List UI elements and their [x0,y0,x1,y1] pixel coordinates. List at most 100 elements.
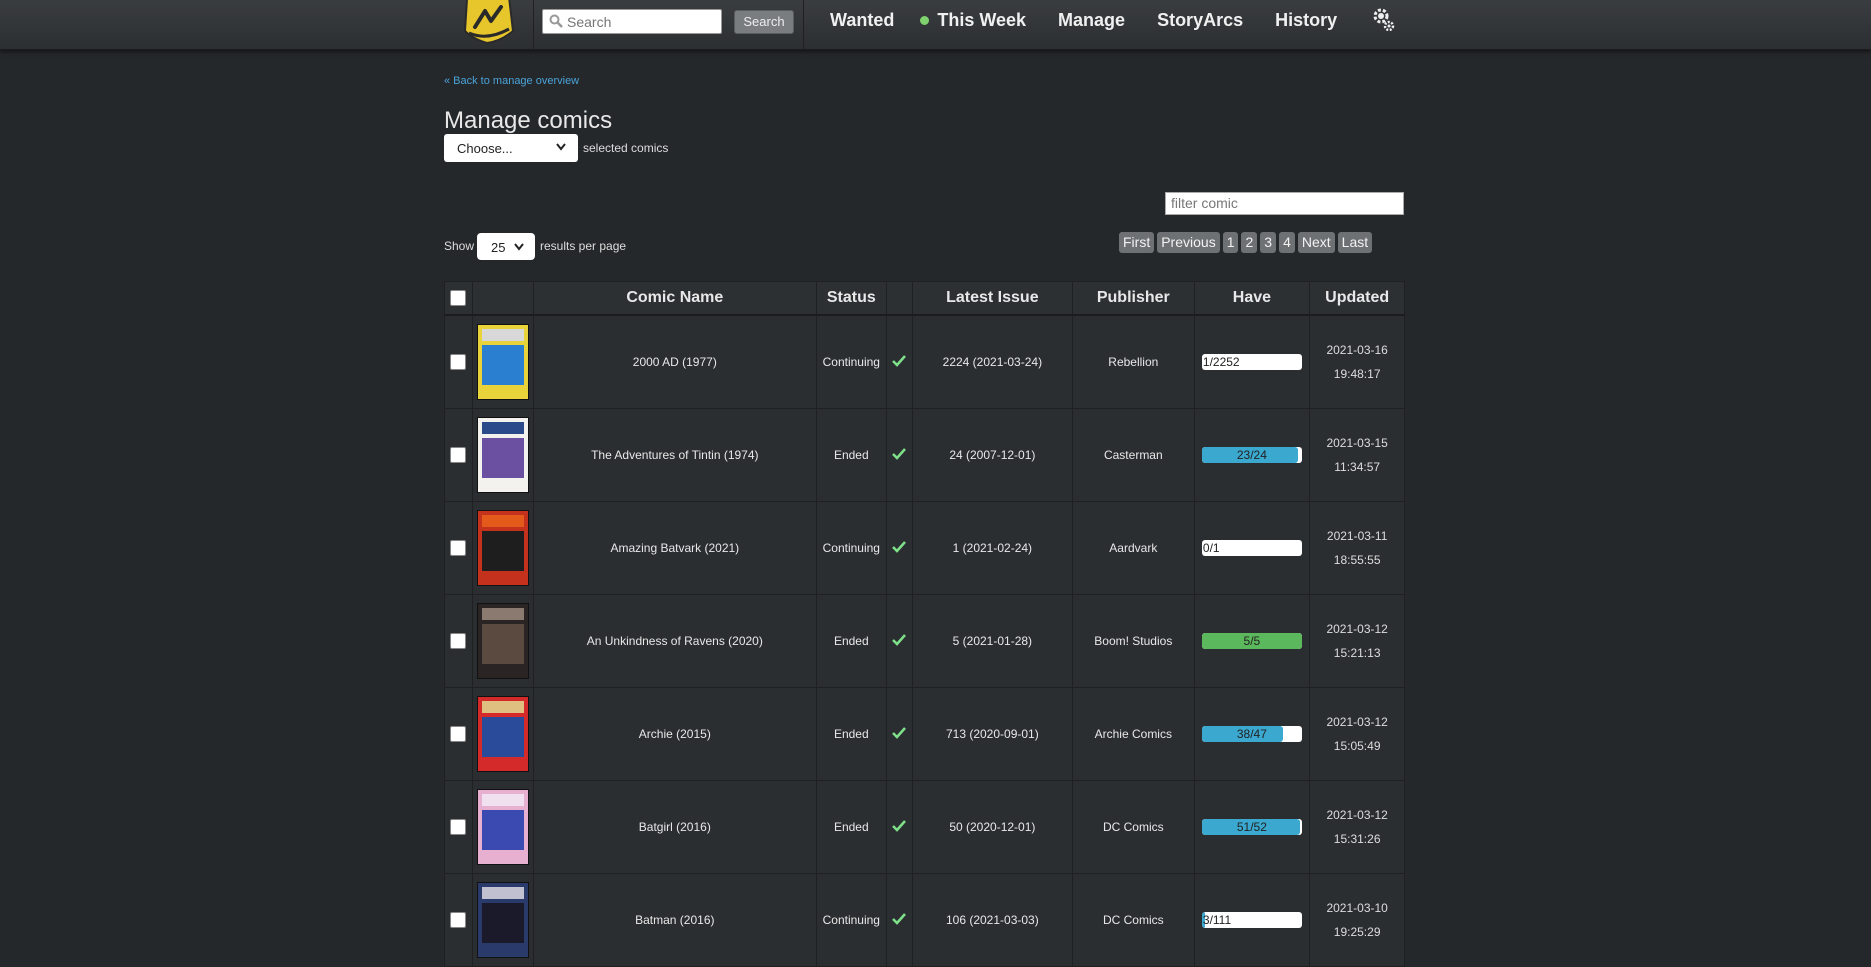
comic-cover-thumbnail[interactable] [477,417,529,493]
row-select-cell [445,781,473,874]
filter-comic-input[interactable]: filter comic [1165,192,1404,215]
nav-wanted-label: Wanted [830,10,894,31]
page-4-button[interactable]: 4 [1279,232,1295,253]
have-cell: 5/5 [1194,595,1310,688]
row-checkbox[interactable] [450,819,466,835]
comic-cover-thumbnail[interactable] [477,603,529,679]
comic-name-cell[interactable]: Batman (2016) [533,874,816,967]
header-comic-name[interactable]: Comic Name [533,282,816,316]
updated-time: 11:34:57 [1310,455,1404,479]
app-logo[interactable] [461,0,517,45]
comic-name-cell[interactable]: The Adventures of Tintin (1974) [533,409,816,502]
row-checkbox[interactable] [450,540,466,556]
updated-time: 15:21:13 [1310,641,1404,665]
cover-art [482,624,524,664]
page-next-button[interactable]: Next [1298,232,1335,253]
have-progress-label: 0/1 [1203,541,1302,555]
updated-date: 2021-03-11 [1310,524,1404,548]
row-select-cell [445,688,473,781]
comic-cover-thumbnail[interactable] [477,324,529,400]
cover-art [482,345,524,385]
row-checkbox[interactable] [450,354,466,370]
row-select-cell [445,874,473,967]
header-active[interactable] [886,282,912,316]
nav-manage-label: Manage [1058,10,1125,31]
status-dot-icon [920,16,929,25]
page-3-button[interactable]: 3 [1260,232,1276,253]
have-progress-bar: 0/1 [1202,540,1302,556]
cover-title-band [482,329,524,341]
page-previous-button[interactable]: Previous [1157,232,1219,253]
nav-manage[interactable]: Manage [1058,10,1125,31]
nav-wanted[interactable]: Wanted [830,10,894,31]
have-cell: 51/52 [1194,781,1310,874]
gear-icon[interactable] [1371,6,1395,32]
have-progress-bar: 51/52 [1202,819,1302,835]
cover-title-band [482,608,524,620]
updated-cell: 2021-03-1215:31:26 [1310,781,1405,874]
have-progress-bar: 38/47 [1202,726,1302,742]
row-checkbox[interactable] [450,633,466,649]
active-cell [886,688,912,781]
search-input[interactable] [542,9,722,34]
search-button[interactable]: Search [734,10,794,34]
cover-title-band [482,701,524,713]
nav-this-week[interactable]: This Week [926,10,1026,31]
checkmark-icon [891,912,907,926]
table-header-row: Comic Name Status Latest Issue Publisher… [445,282,1405,316]
comic-name-cell[interactable]: Archie (2015) [533,688,816,781]
table-row: Amazing Batvark (2021)Continuing1 (2021-… [445,502,1405,595]
header-publisher[interactable]: Publisher [1073,282,1194,316]
header-latest-issue[interactable]: Latest Issue [912,282,1073,316]
nav-history[interactable]: History [1275,10,1337,31]
latest-issue-cell: 5 (2021-01-28) [912,595,1073,688]
row-select-cell [445,502,473,595]
row-checkbox[interactable] [450,726,466,742]
per-page-select[interactable]: 25 [477,233,535,260]
header-status[interactable]: Status [816,282,886,316]
back-to-manage-link[interactable]: « Back to manage overview [444,75,579,87]
bulk-action-select[interactable]: Choose... [444,134,578,162]
comic-cover-thumbnail[interactable] [477,510,529,586]
updated-time: 15:31:26 [1310,827,1404,851]
comic-cover-thumbnail[interactable] [477,882,529,958]
table-row: 2000 AD (1977)Continuing2224 (2021-03-24… [445,315,1405,409]
latest-issue-cell: 24 (2007-12-01) [912,409,1073,502]
page-last-button[interactable]: Last [1338,232,1372,253]
search-area: Search [534,0,804,49]
checkmark-icon [891,447,907,461]
updated-cell: 2021-03-1511:34:57 [1310,409,1405,502]
row-checkbox[interactable] [450,912,466,928]
active-cell [886,781,912,874]
cover-cell [472,595,533,688]
page-2-button[interactable]: 2 [1241,232,1257,253]
updated-cell: 2021-03-1118:55:55 [1310,502,1405,595]
updated-cell: 2021-03-1215:21:13 [1310,595,1405,688]
publisher-cell: Rebellion [1073,315,1194,409]
comic-cover-thumbnail[interactable] [477,789,529,865]
row-select-cell [445,315,473,409]
header-have[interactable]: Have [1194,282,1310,316]
row-checkbox[interactable] [450,447,466,463]
nav-history-label: History [1275,10,1337,31]
select-all-checkbox[interactable] [450,290,466,306]
cover-title-band [482,515,524,527]
publisher-cell: Archie Comics [1073,688,1194,781]
page-first-button[interactable]: First [1119,232,1154,253]
have-cell: 1/2252 [1194,315,1310,409]
have-progress-label: 1/2252 [1203,355,1302,369]
nav-storyarcs[interactable]: StoryArcs [1157,10,1243,31]
checkmark-icon [891,726,907,740]
comic-name-cell[interactable]: An Unkindness of Ravens (2020) [533,595,816,688]
comic-name-cell[interactable]: 2000 AD (1977) [533,315,816,409]
comics-table: Comic Name Status Latest Issue Publisher… [444,281,1405,967]
header-updated[interactable]: Updated [1310,282,1405,316]
page-1-button[interactable]: 1 [1223,232,1239,253]
checkmark-icon [891,354,907,368]
comic-name-cell[interactable]: Batgirl (2016) [533,781,816,874]
top-navbar: Search Wanted This Week Manage StoryArcs… [0,0,1871,50]
updated-time: 18:55:55 [1310,548,1404,572]
comic-cover-thumbnail[interactable] [477,696,529,772]
publisher-cell: DC Comics [1073,874,1194,967]
comic-name-cell[interactable]: Amazing Batvark (2021) [533,502,816,595]
